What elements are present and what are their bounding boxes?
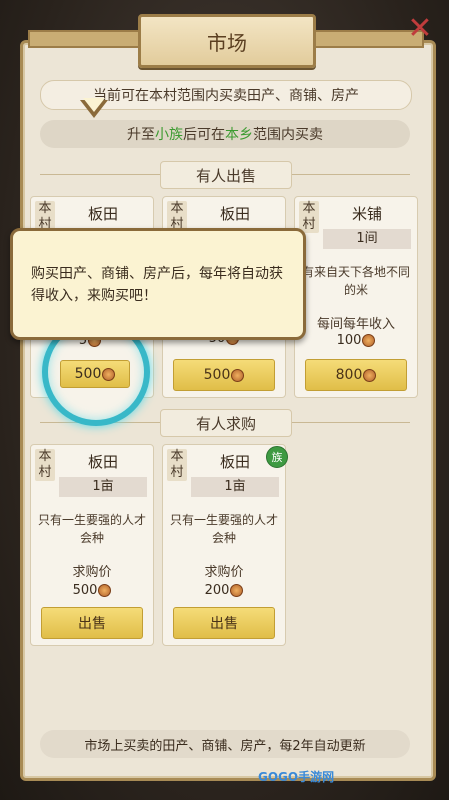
income-value: 100	[336, 333, 362, 348]
village-tag: 本村	[167, 449, 187, 481]
item-qty: 1间	[323, 229, 411, 249]
item-name: 板田	[87, 205, 118, 223]
coin-icon	[230, 584, 244, 597]
watermark-logo: GOGO手游网	[258, 770, 335, 784]
village-tag: 本村	[35, 449, 55, 481]
item-desc: 只有一生要强的人才会种	[169, 513, 278, 545]
price-label: 求购价	[204, 565, 244, 580]
tutorial-tooltip: 购买田产、商铺、房产后，每年将自动获得收入，来购买吧！	[10, 228, 306, 340]
price-label: 求购价	[72, 565, 112, 580]
item-price: 200	[163, 583, 285, 598]
buy-card-2[interactable]: 本村 板田 1亩 只有一生要强的人才会种 求购价 200 出售	[162, 444, 286, 646]
upgrade-prefix: 升至	[127, 127, 155, 143]
sell-button[interactable]: 出售	[173, 607, 275, 639]
item-name: 米铺	[351, 205, 382, 223]
income-label: 每间每年收入	[316, 317, 395, 332]
coin-icon	[102, 367, 116, 381]
coin-icon	[363, 368, 377, 382]
upgrade-scope: 本乡	[225, 127, 253, 143]
close-icon[interactable]: ✕	[403, 12, 437, 46]
item-name: 板田	[219, 205, 250, 223]
item-income: 100	[295, 333, 417, 348]
upgrade-middle: 后可在	[183, 127, 225, 143]
footer-note: 市场上买卖的田产、商铺、房产，每2年自动更新	[40, 730, 410, 758]
coin-icon	[98, 584, 112, 597]
item-qty: 1亩	[191, 477, 279, 497]
divider	[40, 174, 160, 175]
upgrade-suffix: 范围内买卖	[253, 127, 323, 143]
item-desc: 有来自天下各地不同的米	[301, 265, 410, 297]
tooltip-text: 购买田产、商铺、房产后，每年将自动获得收入，来购买吧！	[31, 266, 283, 304]
buy-card-1[interactable]: 本村 板田 1亩 只有一生要强的人才会种 求购价 500 出售	[30, 444, 154, 646]
tooltip-tail-inner	[83, 98, 105, 112]
page-title: 市场	[138, 14, 316, 68]
price-value: 200	[204, 583, 230, 598]
coin-icon	[362, 334, 376, 347]
title-wing-left	[28, 30, 144, 48]
section-buy-title: 有人求购	[160, 409, 292, 437]
buy-price: 800	[335, 367, 363, 383]
spotlight-buy-button[interactable]: 500	[60, 360, 130, 388]
item-name: 板田	[87, 453, 118, 471]
buy-button[interactable]: 800	[305, 359, 407, 391]
buy-price: 500	[203, 367, 231, 383]
item-price: 500	[31, 583, 153, 598]
upgrade-banner: 升至 小族 后可在 本乡 范围内买卖	[40, 120, 410, 148]
price-value: 500	[72, 583, 98, 598]
sell-button[interactable]: 出售	[41, 607, 143, 639]
clan-badge-icon: 族	[266, 446, 288, 468]
village-tag: 本村	[299, 201, 319, 233]
coin-icon	[231, 368, 245, 382]
sell-card-3[interactable]: 本村 米铺 1间 有来自天下各地不同的米 每间每年收入 100 800	[294, 196, 418, 398]
buy-price: 500	[74, 366, 102, 382]
item-qty: 1亩	[59, 477, 147, 497]
upgrade-rank: 小族	[155, 127, 183, 143]
section-sell-title: 有人出售	[160, 161, 292, 189]
item-desc: 只有一生要强的人才会种	[37, 513, 146, 545]
divider	[290, 422, 410, 423]
divider	[290, 174, 410, 175]
buy-button[interactable]: 500	[173, 359, 275, 391]
